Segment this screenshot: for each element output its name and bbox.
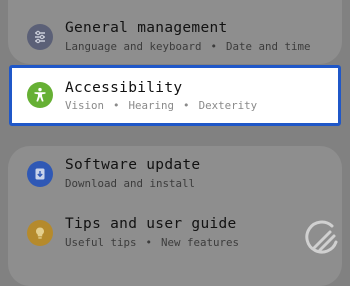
software-update-icon: [27, 161, 53, 187]
sliders-icon: [27, 24, 53, 50]
watermark-logo-icon: [302, 218, 342, 258]
accessibility-person-icon: [27, 82, 53, 108]
item-subtitle: Language and keyboard • Date and time: [65, 40, 311, 53]
item-title: Software update: [65, 157, 201, 173]
item-subtitle: Useful tips • New features: [65, 236, 240, 249]
lightbulb-icon: [27, 220, 53, 246]
settings-item-general-management[interactable]: General management Language and keyboard…: [0, 0, 350, 60]
item-title: Tips and user guide: [65, 216, 237, 232]
item-title: General management: [65, 20, 228, 36]
item-subtitle: Download and install: [65, 177, 196, 190]
item-subtitle: Vision • Hearing • Dexterity: [65, 99, 258, 112]
item-title: Accessibility: [65, 80, 183, 96]
